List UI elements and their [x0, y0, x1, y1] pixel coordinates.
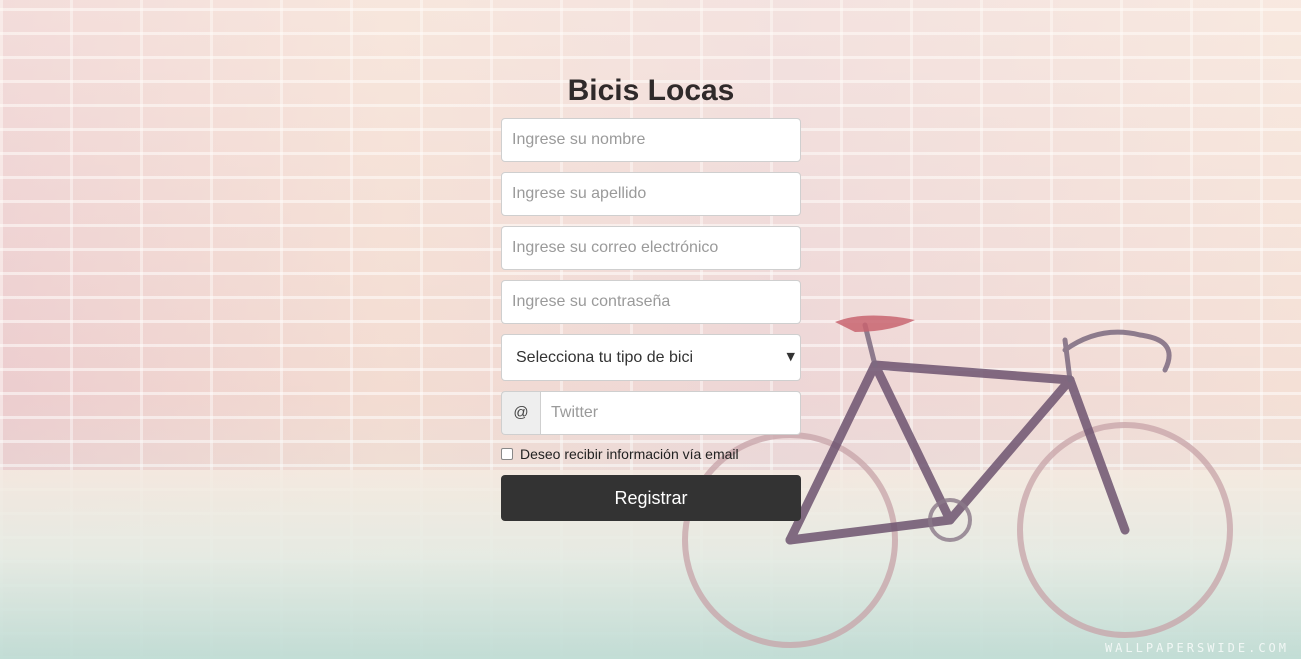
newsletter-label[interactable]: Deseo recibir información vía email: [520, 446, 739, 462]
password-input[interactable]: [501, 280, 801, 324]
email-input[interactable]: [501, 226, 801, 270]
at-sign-addon: @: [501, 391, 540, 435]
newsletter-option: Deseo recibir información vía email: [501, 443, 801, 465]
register-button[interactable]: Registrar: [501, 475, 801, 521]
bike-type-select-value: Selecciona tu tipo de bici: [501, 334, 801, 381]
lastname-input[interactable]: [501, 172, 801, 216]
caret-down-icon: ▼: [786, 350, 795, 363]
watermark-text: WALLPAPERSWIDE.COM: [1104, 641, 1289, 655]
name-input[interactable]: [501, 118, 801, 162]
twitter-input[interactable]: [540, 391, 801, 435]
newsletter-checkbox[interactable]: [501, 448, 513, 460]
registration-form: Bicis Locas Selecciona tu tipo de bici ▼…: [501, 72, 801, 521]
page-title: Bicis Locas: [567, 74, 735, 107]
bike-type-select[interactable]: Selecciona tu tipo de bici ▼: [501, 334, 801, 381]
twitter-input-group: @: [501, 391, 801, 435]
